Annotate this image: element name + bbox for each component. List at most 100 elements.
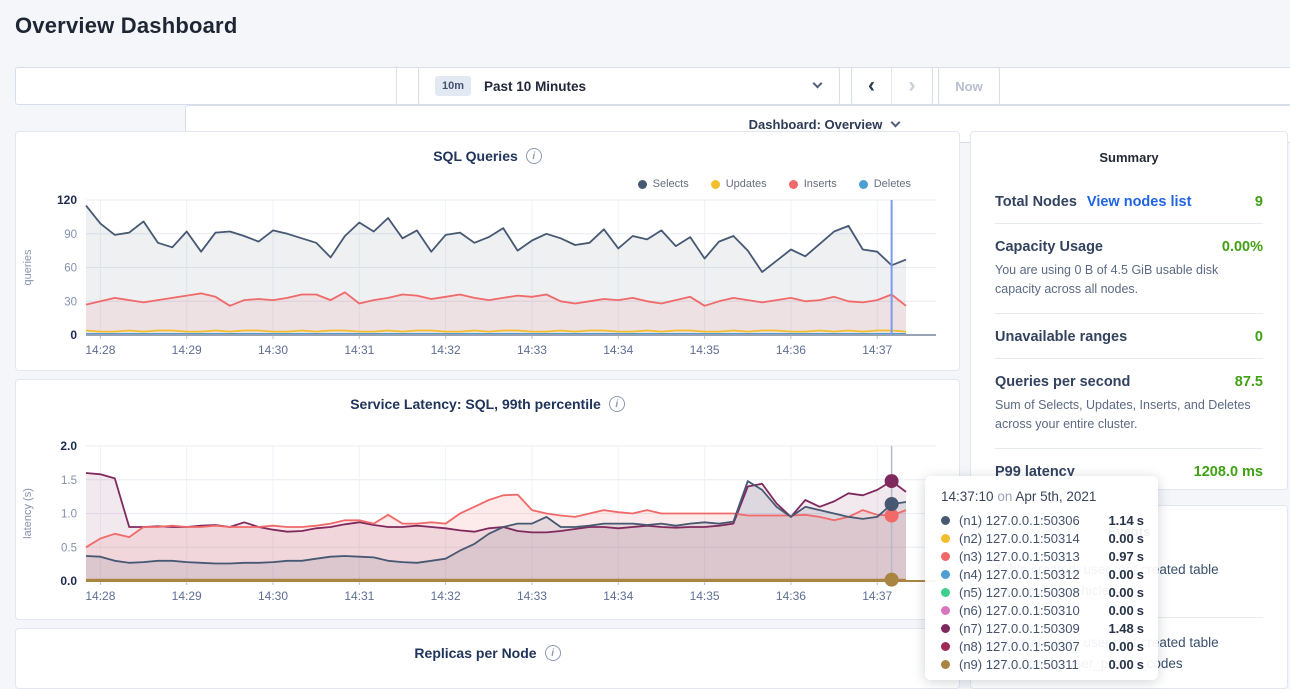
tooltip-node-row: (n6) 127.0.0.1:503100.00s [941,601,1144,619]
svg-text:14:33: 14:33 [517,589,547,603]
legend-item[interactable]: Selects [638,178,689,190]
queries-per-second-row: Queries per second 87.5 Sum of Selects, … [995,359,1263,449]
svg-text:14:34: 14:34 [603,589,633,603]
sql-queries-chart[interactable]: 030609012014:2814:2914:3014:3114:3214:33… [16,192,961,362]
tooltip-timestamp: 14:37:10 on Apr 5th, 2021 [941,489,1144,504]
service-latency-title: Service Latency: SQL, 99th percentile [350,396,601,412]
svg-text:14:31: 14:31 [344,343,374,357]
queries-per-second-label: Queries per second [995,374,1130,390]
node-color-dot-icon [941,624,950,633]
svg-text:120: 120 [57,193,77,207]
info-icon[interactable]: i [545,645,561,661]
sql-queries-card: SQL Queries i Selects Updates Inserts Delet… [15,131,960,371]
legend-label: Deletes [874,178,911,190]
tooltip-node-label: (n7) 127.0.0.1:50309 [959,621,1102,636]
tooltip-node-row: (n1) 127.0.0.1:50306 1.14 s [941,511,1144,529]
replicas-per-node-card: Replicas per Node i [15,628,960,689]
node-color-dot-icon [941,534,950,543]
tooltip-node-unit: s [1137,603,1144,618]
now-button[interactable]: Now [938,67,1000,105]
svg-text:14:35: 14:35 [690,589,720,603]
time-prev-button[interactable]: ‹ [852,68,892,104]
svg-text:1.5: 1.5 [61,475,77,487]
sql-queries-title: SQL Queries [433,148,518,164]
summary-panel: Summary Total Nodes View nodes list 9 Ca… [970,131,1288,490]
service-latency-chart[interactable]: 0.00.51.01.52.014:2814:2914:3014:3114:32… [16,438,961,608]
controls-divider [396,66,397,106]
tooltip-node-label: (n6) 127.0.0.1:50310 [959,603,1102,618]
tooltip-node-unit: s [1137,639,1144,654]
svg-text:0.5: 0.5 [61,542,77,554]
tooltip-node-unit: s [1137,567,1144,582]
tooltip-node-value: 1.48 [1108,621,1133,636]
tooltip-node-label: (n2) 127.0.0.1:50314 [959,531,1102,546]
tooltip-node-unit: s [1137,585,1144,600]
legend-label: Selects [653,178,689,190]
legend-label: Updates [726,178,767,190]
svg-text:14:35: 14:35 [690,343,720,357]
tooltip-node-unit: s [1137,549,1144,564]
legend-label: Inserts [804,178,837,190]
legend-dot-icon [859,180,868,189]
svg-text:14:30: 14:30 [258,589,288,603]
svg-text:60: 60 [64,263,77,275]
tooltip-node-unit: s [1137,513,1144,528]
capacity-usage-row: Capacity Usage 0.00% You are using 0 B o… [995,224,1263,314]
tooltip-node-label: (n1) 127.0.0.1:50306 [959,513,1102,528]
node-color-dot-icon [941,606,950,615]
tooltip-node-label: (n3) 127.0.0.1:50313 [959,549,1102,564]
legend-item[interactable]: Deletes [859,178,911,190]
svg-text:latency (s): latency (s) [22,488,34,539]
unavailable-ranges-value: 0 [1255,329,1263,345]
tooltip-node-value: 0.00 [1108,657,1133,672]
node-color-dot-icon [941,642,950,651]
page-title: Overview Dashboard [15,13,237,39]
tooltip-node-row: (n2) 127.0.0.1:50314 0.00 s [941,529,1144,547]
svg-text:0: 0 [70,328,77,342]
time-range-badge: 10m [435,76,471,96]
tooltip-node-row: (n4) 127.0.0.1:503120.00s [941,565,1144,583]
capacity-usage-description: You are using 0 B of 4.5 GiB usable disk… [995,261,1263,300]
tooltip-node-row: (n7) 127.0.0.1:503091.48s [941,619,1144,637]
view-nodes-list-link[interactable]: View nodes list [1087,194,1192,210]
info-icon[interactable]: i [526,148,542,164]
time-nav-group: ‹ › [851,67,933,105]
legend-item[interactable]: Inserts [789,178,837,190]
queries-per-second-value: 87.5 [1235,374,1263,390]
time-next-button[interactable]: › [892,68,932,104]
tooltip-node-value: 0.00 [1108,567,1133,582]
chart-hover-tooltip: 14:37:10 on Apr 5th, 2021 (n1) 127.0.0.1… [925,476,1158,680]
unavailable-ranges-row: Unavailable ranges 0 [995,314,1263,359]
total-nodes-value: 9 [1255,194,1263,210]
tooltip-node-value: 0.00 [1108,531,1133,546]
tooltip-node-unit: s [1137,531,1144,546]
tooltip-node-value: 0.00 [1108,585,1133,600]
p99-latency-value: 1208.0 ms [1194,464,1263,480]
node-color-dot-icon [941,552,950,561]
legend-dot-icon [711,180,720,189]
svg-text:14:28: 14:28 [85,589,115,603]
service-latency-card: Service Latency: SQL, 99th percentile i … [15,379,960,620]
capacity-usage-label: Capacity Usage [995,239,1103,255]
summary-heading: Summary [995,150,1263,165]
svg-text:14:32: 14:32 [431,589,461,603]
time-range-picker[interactable]: 10m Past 10 Minutes [418,67,840,105]
info-icon[interactable]: i [609,396,625,412]
tooltip-node-value: 1.14 [1108,513,1133,528]
svg-text:2.0: 2.0 [60,439,77,453]
tooltip-node-row: (n3) 127.0.0.1:503130.97s [941,547,1144,565]
total-nodes-label: Total Nodes [995,194,1077,210]
tooltip-node-label: (n5) 127.0.0.1:50308 [959,585,1102,600]
tooltip-node-label: (n8) 127.0.0.1:50307 [959,639,1102,654]
total-nodes-row: Total Nodes View nodes list 9 [995,179,1263,224]
svg-text:14:36: 14:36 [776,589,806,603]
svg-text:14:29: 14:29 [172,343,202,357]
svg-text:14:33: 14:33 [517,343,547,357]
tooltip-node-label: (n9) 127.0.0.1:50311 [959,657,1102,672]
svg-text:14:31: 14:31 [344,589,374,603]
chart-legend: Selects Updates Inserts Deletes [638,178,911,190]
tooltip-node-row: (n5) 127.0.0.1:50308 0.00 s [941,583,1144,601]
svg-text:14:29: 14:29 [172,589,202,603]
chevron-down-icon [891,117,901,127]
legend-item[interactable]: Updates [711,178,767,190]
